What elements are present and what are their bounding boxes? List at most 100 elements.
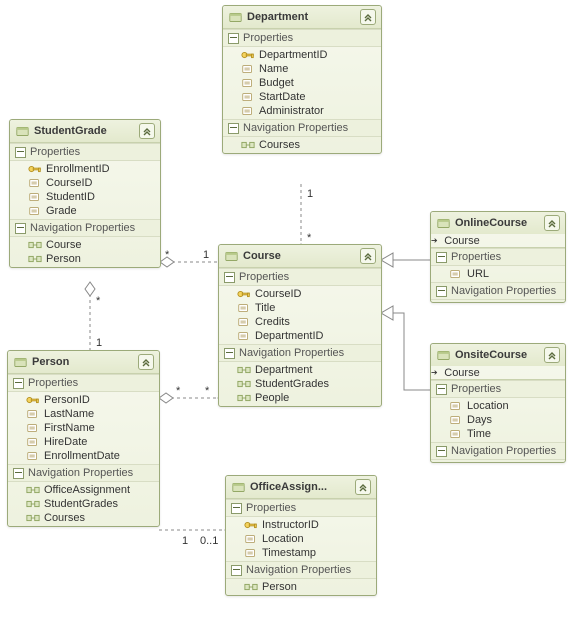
toggle-icon[interactable] — [15, 223, 26, 234]
collapse-icon[interactable] — [544, 347, 560, 363]
property-row[interactable]: CourseID — [219, 287, 381, 301]
entity-header[interactable]: Department — [223, 6, 381, 29]
property-row[interactable]: EnrollmentDate — [8, 449, 159, 463]
toggle-icon[interactable] — [13, 378, 24, 389]
section-navprops[interactable]: Navigation Properties — [10, 219, 160, 237]
property-label: Timestamp — [262, 547, 316, 559]
collapse-icon[interactable] — [139, 123, 155, 139]
nav-list: Person — [226, 579, 376, 595]
entity-person[interactable]: Person Properties PersonIDLastNameFirstN… — [7, 350, 160, 527]
toggle-icon[interactable] — [224, 272, 235, 283]
property-row[interactable]: InstructorID — [226, 518, 376, 532]
entity-studentgrade[interactable]: StudentGrade Properties EnrollmentIDCour… — [9, 119, 161, 268]
entity-header[interactable]: OfficeAssign... — [226, 476, 376, 499]
property-row[interactable]: Title — [219, 301, 381, 315]
property-row[interactable]: Location — [226, 532, 376, 546]
navprop-row[interactable]: Person — [10, 252, 160, 266]
toggle-icon[interactable] — [228, 123, 239, 134]
property-row[interactable]: Name — [223, 62, 381, 76]
collapse-icon[interactable] — [360, 248, 376, 264]
section-navprops[interactable]: Navigation Properties — [431, 282, 565, 300]
nav-list: CoursePerson — [10, 237, 160, 267]
navigation-icon — [26, 484, 40, 496]
property-row[interactable]: HireDate — [8, 435, 159, 449]
navprop-row[interactable]: Courses — [223, 138, 381, 152]
mult-person-sg: 1 — [96, 337, 102, 349]
section-properties[interactable]: Properties — [431, 380, 565, 398]
entity-header[interactable]: StudentGrade — [10, 120, 160, 143]
section-navprops[interactable]: Navigation Properties — [219, 344, 381, 362]
navprop-row[interactable]: StudentGrades — [219, 377, 381, 391]
toggle-icon[interactable] — [13, 468, 24, 479]
toggle-icon[interactable] — [231, 565, 242, 576]
property-row[interactable]: PersonID — [8, 393, 159, 407]
section-navprops[interactable]: Navigation Properties — [226, 561, 376, 579]
property-row[interactable]: FirstName — [8, 421, 159, 435]
property-row[interactable]: Days — [431, 413, 565, 427]
entity-icon — [14, 356, 27, 369]
entity-department[interactable]: Department Properties DepartmentIDNameBu… — [222, 5, 382, 154]
property-row[interactable]: EnrollmentID — [10, 162, 160, 176]
toggle-icon[interactable] — [436, 252, 447, 263]
collapse-icon[interactable] — [360, 9, 376, 25]
navigation-icon — [244, 581, 258, 593]
property-row[interactable]: URL — [431, 267, 565, 281]
property-row[interactable]: StartDate — [223, 90, 381, 104]
entity-header[interactable]: OnsiteCourse — [431, 344, 565, 366]
property-row[interactable]: DepartmentID — [223, 48, 381, 62]
property-row[interactable]: LastName — [8, 407, 159, 421]
navprop-row[interactable]: People — [219, 391, 381, 405]
toggle-icon[interactable] — [224, 348, 235, 359]
nav-list — [431, 300, 565, 302]
section-properties[interactable]: Properties — [8, 374, 159, 392]
entity-onsitecourse[interactable]: OnsiteCourse ➔ Course Properties Locatio… — [430, 343, 566, 463]
toggle-icon[interactable] — [231, 503, 242, 514]
property-row[interactable]: DepartmentID — [219, 329, 381, 343]
property-icon — [237, 330, 251, 342]
navprop-row[interactable]: Department — [219, 363, 381, 377]
section-navprops[interactable]: Navigation Properties — [223, 119, 381, 137]
toggle-icon[interactable] — [436, 384, 447, 395]
collapse-icon[interactable] — [138, 354, 154, 370]
entity-icon — [437, 349, 450, 362]
entity-course[interactable]: Course Properties CourseIDTitleCreditsDe… — [218, 244, 382, 407]
property-row[interactable]: Time — [431, 427, 565, 441]
entity-onlinecourse[interactable]: OnlineCourse ➔ Course Properties URL Nav… — [430, 211, 566, 303]
toggle-icon[interactable] — [15, 147, 26, 158]
section-properties[interactable]: Properties — [226, 499, 376, 517]
property-icon — [26, 422, 40, 434]
toggle-icon[interactable] — [228, 33, 239, 44]
navprop-row[interactable]: Course — [10, 238, 160, 252]
navprop-row[interactable]: OfficeAssignment — [8, 483, 159, 497]
entity-header[interactable]: Course — [219, 245, 381, 268]
section-navprops[interactable]: Navigation Properties — [431, 442, 565, 460]
section-properties[interactable]: Properties — [223, 29, 381, 47]
section-properties[interactable]: Properties — [219, 268, 381, 286]
section-navprops[interactable]: Navigation Properties — [8, 464, 159, 482]
entity-officeassignment[interactable]: OfficeAssign... Properties InstructorIDL… — [225, 475, 377, 596]
entity-header[interactable]: Person — [8, 351, 159, 374]
property-row[interactable]: Credits — [219, 315, 381, 329]
property-row[interactable]: Budget — [223, 76, 381, 90]
section-properties[interactable]: Properties — [10, 143, 160, 161]
property-row[interactable]: Timestamp — [226, 546, 376, 560]
nav-list: OfficeAssignmentStudentGradesCourses — [8, 482, 159, 526]
property-label: Location — [262, 533, 304, 545]
property-label: Days — [467, 414, 492, 426]
entity-header[interactable]: OnlineCourse — [431, 212, 565, 234]
property-row[interactable]: StudentID — [10, 190, 160, 204]
property-row[interactable]: CourseID — [10, 176, 160, 190]
navigation-icon — [237, 364, 251, 376]
navprop-row[interactable]: StudentGrades — [8, 497, 159, 511]
navprop-row[interactable]: Person — [226, 580, 376, 594]
property-row[interactable]: Administrator — [223, 104, 381, 118]
section-properties[interactable]: Properties — [431, 248, 565, 266]
toggle-icon[interactable] — [436, 286, 447, 297]
mult-course-person: * — [205, 385, 210, 397]
toggle-icon[interactable] — [436, 446, 447, 457]
property-row[interactable]: Grade — [10, 204, 160, 218]
collapse-icon[interactable] — [544, 215, 560, 231]
property-row[interactable]: Location — [431, 399, 565, 413]
navprop-row[interactable]: Courses — [8, 511, 159, 525]
collapse-icon[interactable] — [355, 479, 371, 495]
